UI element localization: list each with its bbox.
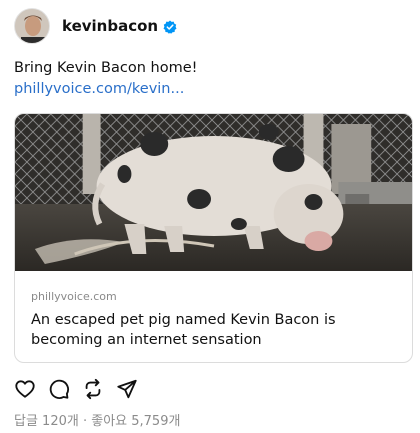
post-stats: 답글 120개 · 좋아요 5,759개	[14, 410, 180, 429]
card-domain: phillyvoice.com	[31, 290, 117, 303]
heart-icon[interactable]	[14, 378, 36, 400]
stats-separator: ·	[82, 414, 88, 429]
replies-count[interactable]: 답글 120개	[14, 414, 79, 429]
share-icon[interactable]	[116, 378, 138, 400]
post-text: Bring Kevin Bacon home!	[14, 60, 198, 76]
verified-badge-icon	[163, 19, 177, 34]
avatar[interactable]	[14, 8, 50, 44]
username[interactable]: kevinbacon	[62, 17, 158, 35]
action-bar	[14, 378, 150, 400]
repost-icon[interactable]	[82, 378, 104, 400]
likes-count[interactable]: 좋아요 5,759개	[91, 414, 180, 429]
pig-photo	[15, 114, 412, 271]
link-preview-card[interactable]: phillyvoice.com An escaped pet pig named…	[14, 113, 413, 363]
post-link[interactable]: phillyvoice.com/kevin...	[14, 81, 184, 97]
card-title: An escaped pet pig named Kevin Bacon is …	[31, 312, 336, 348]
comment-icon[interactable]	[48, 378, 70, 400]
post-header: kevinbacon	[14, 6, 177, 46]
